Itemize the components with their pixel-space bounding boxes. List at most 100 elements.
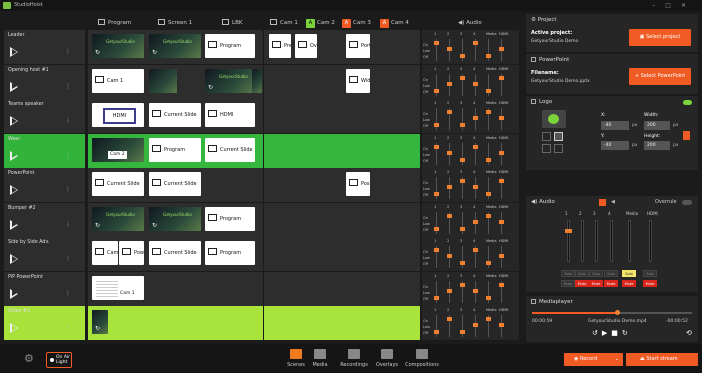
source-tile[interactable]: Current Slide — [149, 103, 201, 127]
play-scene-icon[interactable] — [10, 116, 18, 126]
play-icon[interactable]: ▶ — [602, 329, 611, 337]
media-controls[interactable]: ↺▶■↻ — [592, 329, 632, 337]
mix-fader-knob[interactable] — [473, 41, 478, 45]
mix-fader-knob[interactable] — [486, 192, 491, 196]
scene-label[interactable]: Bumper #2 ⋮ — [4, 202, 85, 237]
scene-row[interactable]: Side by Side Adv. ⋮ Cam 1 PowerPo Current … — [4, 237, 519, 271]
mix-fader-knob[interactable] — [499, 323, 504, 327]
mix-fader-knob[interactable] — [447, 47, 452, 51]
play-scene-icon[interactable] — [10, 150, 18, 161]
header-lbk[interactable]: LBK — [222, 17, 242, 29]
on-air-light-button[interactable]: On Air Light — [46, 352, 72, 368]
mix-fader[interactable] — [473, 73, 478, 96]
scene-label[interactable]: PiP PowerPoint ⋮ — [4, 271, 85, 306]
scene-menu-icon[interactable]: ⋮ — [65, 83, 71, 90]
header-screen-1[interactable]: Screen 1 — [158, 17, 192, 29]
solo-button[interactable]: Solo — [575, 270, 589, 277]
mix-fader-knob[interactable] — [447, 150, 452, 155]
forward-icon[interactable]: ↻ — [622, 329, 632, 337]
mix-fader[interactable] — [499, 315, 504, 337]
source-tile[interactable]: Current Slide — [92, 172, 144, 196]
video-source-tile[interactable]: GetyourStudio ↻ — [92, 34, 144, 58]
mix-fader[interactable] — [434, 246, 439, 268]
header-cam-4[interactable]: A Cam 4 — [380, 17, 409, 29]
scene-label[interactable]: Video #1 ⋮ — [4, 306, 85, 340]
select-powerpoint-button[interactable]: + Select PowerPoint — [629, 68, 691, 85]
loop-icon[interactable]: ⟲ — [686, 329, 692, 337]
play-scene-icon[interactable] — [10, 323, 18, 333]
anchor-top-left[interactable] — [542, 132, 551, 141]
mix-fader[interactable] — [447, 73, 452, 96]
scene-label[interactable]: Weer ⋮ — [4, 133, 85, 168]
mix-fader[interactable] — [460, 108, 465, 130]
audio-fader[interactable] — [581, 220, 584, 262]
mix-fader-knob[interactable] — [486, 157, 491, 162]
audio-fader-knob[interactable] — [565, 229, 572, 233]
mix-fader[interactable] — [473, 246, 478, 268]
mix-fader-knob[interactable] — [434, 330, 439, 334]
mute-button[interactable]: Mute — [622, 280, 636, 287]
solo-button[interactable]: Solo — [589, 270, 603, 277]
mute-button[interactable]: Mute — [604, 280, 618, 287]
video-source-tile[interactable]: ↻ — [92, 310, 108, 334]
scene-menu-icon[interactable]: ⋮ — [65, 152, 71, 159]
record-options-icon[interactable]: ⌄ — [615, 353, 619, 366]
logo-preview[interactable] — [542, 110, 566, 128]
mix-fader[interactable] — [447, 177, 452, 199]
source-tile[interactable]: Current Slide — [149, 241, 201, 265]
source-tile[interactable]: Program — [205, 241, 255, 265]
mix-fader-knob[interactable] — [499, 150, 504, 155]
mix-fader[interactable] — [486, 280, 491, 303]
source-tile[interactable]: Program — [205, 206, 255, 231]
mix-fader[interactable] — [447, 108, 452, 130]
scene-row[interactable]: Video #1 ⋮ ↻ On Low Off 1 2 3 4 Media HDMI — [4, 306, 519, 340]
scene-menu-icon[interactable]: ⋮ — [65, 48, 71, 55]
mix-fader[interactable] — [473, 39, 478, 61]
mix-fader[interactable] — [460, 280, 465, 303]
media-progress-knob[interactable] — [614, 310, 620, 315]
mix-fader-knob[interactable] — [460, 123, 465, 127]
mix-fader-knob[interactable] — [499, 254, 504, 258]
start-stream-button[interactable]: ⏏ Start stream — [626, 353, 698, 366]
scene-menu-icon[interactable]: ⋮ — [65, 290, 71, 297]
nav-overlays[interactable]: Overlays — [367, 347, 407, 371]
scene-row[interactable]: Bumper #2 ⋮ GetyourStudio ↻ GetyourStudio ↻… — [4, 202, 519, 237]
scene-row[interactable]: Leader ⋮ GetyourStudio ↻ GetyourStudio ↻ Pro… — [4, 30, 519, 64]
nav-compositions[interactable]: Compositions — [402, 347, 442, 371]
mix-fader[interactable] — [434, 142, 439, 165]
scene-menu-icon[interactable]: ⋮ — [65, 221, 71, 228]
mix-fader[interactable] — [447, 246, 452, 268]
lock-ratio-icon[interactable] — [683, 131, 690, 140]
source-tile[interactable]: Program — [205, 34, 255, 58]
mix-fader-knob[interactable] — [486, 295, 491, 300]
mix-fader-knob[interactable] — [499, 116, 504, 120]
settings-icon[interactable]: ⚙ — [24, 353, 34, 364]
mix-fader[interactable] — [434, 315, 439, 337]
source-tile[interactable]: Current Slide — [205, 137, 255, 162]
mix-fader[interactable] — [434, 280, 439, 303]
mix-fader-knob[interactable] — [473, 185, 478, 189]
anchor-bottom-right[interactable] — [554, 144, 563, 153]
mix-fader-knob[interactable] — [486, 54, 491, 58]
mix-fader-knob[interactable] — [434, 144, 439, 149]
mix-fader-knob[interactable] — [486, 213, 491, 218]
video-source-tile[interactable]: S — [252, 68, 262, 93]
source-tile[interactable]: Preset 1 — [269, 34, 291, 58]
mix-fader[interactable] — [486, 246, 491, 268]
mix-fader-knob[interactable] — [460, 54, 465, 58]
mix-fader-knob[interactable] — [447, 110, 452, 114]
solo-button[interactable]: Solo — [561, 270, 575, 277]
audio-fader[interactable] — [628, 220, 631, 262]
window-controls[interactable]: –□✕ — [652, 0, 696, 11]
mix-fader[interactable] — [499, 39, 504, 61]
width-input[interactable]: 200 — [644, 121, 670, 130]
logo-toggle[interactable] — [683, 100, 692, 105]
mix-fader-knob[interactable] — [460, 179, 465, 183]
volume-icon[interactable]: ◀ — [611, 199, 615, 205]
play-scene-icon[interactable] — [10, 185, 18, 195]
mix-fader[interactable] — [499, 108, 504, 130]
mix-fader[interactable] — [434, 177, 439, 199]
mix-fader[interactable] — [486, 315, 491, 337]
mute-button[interactable]: Mute — [643, 280, 657, 287]
mix-fader-knob[interactable] — [447, 81, 452, 86]
